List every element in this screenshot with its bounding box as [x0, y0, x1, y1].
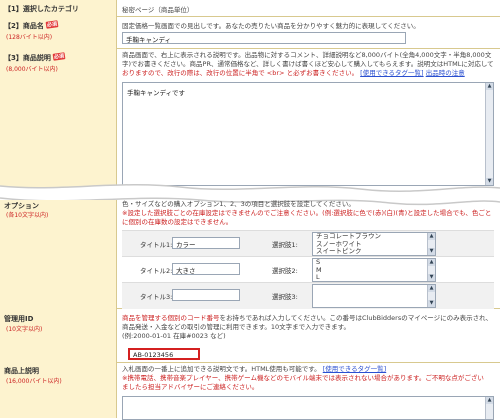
product-desc-limit: (8,000バイト以内) — [6, 66, 58, 73]
manage-id-label-cell: 管理用ID (10文字以内) — [0, 308, 117, 362]
product-desc-label: 【3】商品説明 必須 — [4, 52, 66, 62]
product-desc-row: 【3】商品説明 必須 (8,000バイト以内) 商品画面で、右上に表示される説明で… — [0, 48, 500, 188]
option-title-label: タイトル1: — [140, 241, 173, 249]
top-desc-text: 入札画面の一番上に追加できる説明文です。HTML使用も可能です。 [使用できるタ… — [122, 365, 484, 391]
option-choice-label: 選択肢3: — [272, 293, 298, 301]
product-name-label-cell: 【2】商品名 必須 (128バイト以内) — [0, 16, 117, 48]
scroll-down-icon[interactable]: ▼ — [428, 248, 435, 255]
product-name-limit: (128バイト以内) — [6, 34, 53, 41]
required-badge: 必須 — [52, 52, 66, 61]
scroll-up-icon[interactable]: ▲ — [428, 233, 435, 240]
choice-scrollbar[interactable]: ▲ ▼ — [427, 233, 435, 255]
options-desc: 色・サイズなどの購入オプション1、2、3の項目と選択肢を設定してください。 ※設… — [122, 200, 492, 226]
option-row-1: タイトル1: カラー 選択肢1: チョコレートブラウン スノーホワイト スイート… — [122, 230, 494, 257]
product-desc-label-cell: 【3】商品説明 必須 (8,000バイト以内) — [0, 48, 117, 188]
scroll-up-icon[interactable]: ▲ — [486, 83, 493, 90]
option-choice-label: 選択肢2: — [272, 267, 298, 275]
top-desc-textarea[interactable]: ▲ — [122, 396, 494, 420]
top-desc-limit: (16,000バイト以内) — [6, 378, 62, 385]
form-top-section: 【1】選択したカテゴリ 秘密ページ（商品単位） 【2】商品名 必須 (128バイト… — [0, 0, 500, 188]
option-choice-textarea[interactable]: S M L ▲ ▼ — [312, 258, 436, 282]
manage-id-limit: (10文字以内) — [6, 326, 43, 333]
choice-scrollbar[interactable]: ▲ ▼ — [427, 259, 435, 281]
options-label-cell: オプション (各10文字以内) — [0, 200, 117, 308]
scroll-down-icon[interactable]: ▼ — [428, 274, 435, 281]
option-row-2: タイトル2: 大きさ 選択肢2: S M L ▲ ▼ — [122, 256, 494, 283]
option-choice-textarea[interactable]: チョコレートブラウン スノーホワイト スイートピンク ▲ ▼ — [312, 232, 436, 256]
required-badge: 必須 — [45, 20, 59, 29]
option-row-3: タイトル3: 選択肢3: ▲ ▼ — [122, 282, 494, 309]
manage-id-row: 管理用ID (10文字以内) 商品を管理する個別のコード番号をお持ちであれば入力… — [0, 308, 500, 363]
category-label: 【1】選択したカテゴリ — [4, 5, 79, 13]
category-label-cell: 【1】選択したカテゴリ — [0, 0, 117, 16]
option-choice-textarea[interactable]: ▲ ▼ — [312, 284, 436, 308]
category-value: 秘密ページ（商品単位） — [122, 6, 194, 14]
product-name-input[interactable]: 手鞠キャンディ — [122, 32, 406, 44]
option-title-input[interactable] — [172, 289, 240, 301]
option-title-input[interactable]: 大きさ — [172, 263, 240, 275]
tag-list-link[interactable]: [使用できるタグ一覧] — [323, 365, 386, 373]
product-desc-textarea-value: 手鞠キャンディです — [127, 89, 186, 97]
manage-id-input[interactable]: AB-0123456 — [128, 348, 200, 360]
tag-list-link[interactable]: [使用できるタグ一覧] — [360, 69, 423, 77]
form-bottom-section: オプション (各10文字以内) 色・サイズなどの購入オプション1、2、3の項目と… — [0, 200, 500, 420]
manage-id-label: 管理用ID — [4, 315, 34, 323]
product-desc-textarea[interactable]: 手鞠キャンディです ▲ ▼ — [122, 82, 494, 186]
product-name-desc: 固定価格一覧画面での見出しです。あなたの売りたい商品を分かりやすく魅力的に表現し… — [122, 22, 420, 30]
listing-notes-link[interactable]: 出品時の注意 — [426, 69, 465, 77]
scroll-down-icon[interactable]: ▼ — [428, 300, 435, 307]
options-limit: (各10文字以内) — [6, 212, 49, 219]
scroll-up-icon[interactable]: ▲ — [428, 285, 435, 292]
option-title-label: タイトル2: — [140, 267, 173, 275]
top-desc-label: 商品上説明 — [4, 367, 39, 375]
scroll-up-icon[interactable]: ▲ — [486, 397, 493, 404]
br-warning: おりますので、改行の際は、改行の位置に半角で <br> と必ずお書きください。 — [122, 69, 359, 77]
manage-id-desc: 商品を管理する個別のコード番号をお持ちであれば入力してください。この番号はClu… — [122, 314, 493, 340]
textarea-scrollbar[interactable]: ▲ — [485, 397, 493, 419]
product-desc-text: 商品画面で、右上に表示される説明です。出品物に対するコメント、詳細説明など8,0… — [122, 51, 494, 77]
options-row: オプション (各10文字以内) 色・サイズなどの購入オプション1、2、3の項目と… — [0, 200, 500, 309]
option-title-input[interactable]: カラー — [172, 237, 240, 249]
option-choice-label: 選択肢1: — [272, 241, 298, 249]
product-name-label: 【2】商品名 必須 — [4, 20, 59, 30]
option-title-label: タイトル3: — [140, 293, 173, 301]
choice-scrollbar[interactable]: ▲ ▼ — [427, 285, 435, 307]
top-desc-label-cell: 商品上説明 (16,000バイト以内) — [0, 362, 117, 418]
top-desc-row: 商品上説明 (16,000バイト以内) 入札画面の一番上に追加できる説明文です。… — [0, 362, 500, 420]
scroll-up-icon[interactable]: ▲ — [428, 259, 435, 266]
textarea-scrollbar[interactable]: ▲ ▼ — [485, 83, 493, 185]
product-name-row: 【2】商品名 必須 (128バイト以内) 固定価格一覧画面での見出しです。あなたの… — [0, 16, 500, 49]
category-row: 【1】選択したカテゴリ 秘密ページ（商品単位） — [0, 0, 500, 17]
